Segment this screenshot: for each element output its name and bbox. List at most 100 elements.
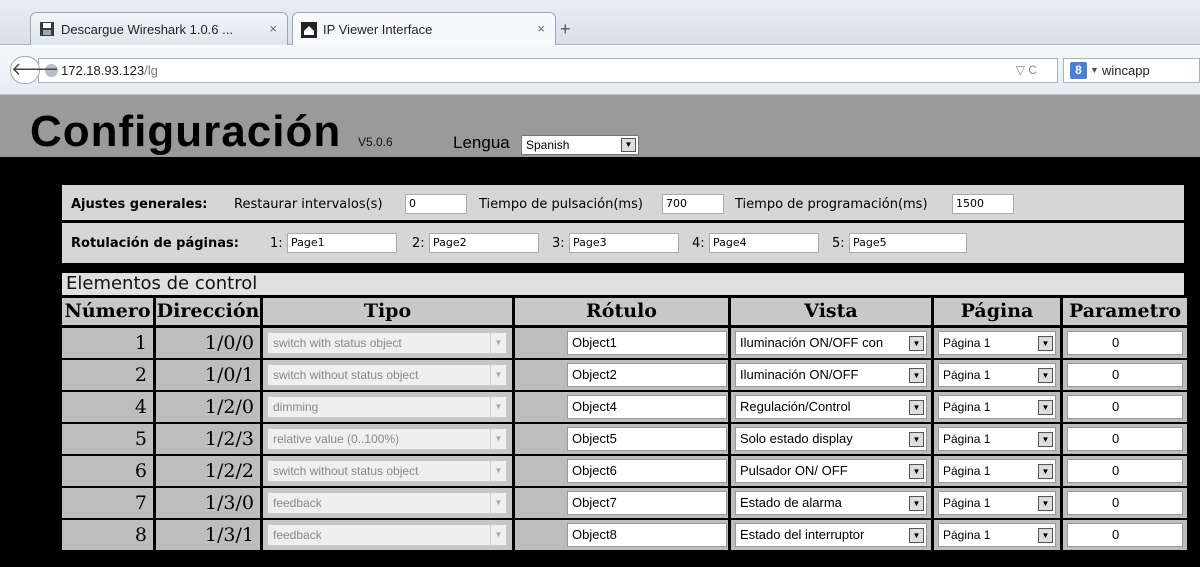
vista-select[interactable]: Solo estado display ▼: [735, 427, 927, 451]
vista-select[interactable]: Estado del interruptor ▼: [735, 523, 927, 547]
vista-value: Estado del interruptor: [740, 527, 865, 542]
rotulo-input[interactable]: Object7: [567, 491, 727, 515]
chevron-down-icon[interactable]: ▼: [909, 528, 924, 543]
cell-direccion: 1/2/0: [156, 392, 260, 422]
cell-tipo: relative value (0..100%) ▼: [263, 424, 512, 454]
chevron-down-icon[interactable]: ▼: [909, 432, 924, 447]
pagina-select[interactable]: Página 1 ▼: [938, 395, 1056, 419]
pagina-select[interactable]: Página 1 ▼: [938, 491, 1056, 515]
chevron-down-icon[interactable]: ▼: [1038, 368, 1053, 383]
vista-select[interactable]: Iluminación ON/OFF con ▼: [735, 331, 927, 355]
rotulo-input[interactable]: Object4: [567, 395, 727, 419]
cell-parametro: 0: [1063, 328, 1187, 358]
cell-pagina: Página 1 ▼: [934, 456, 1060, 486]
page-label-input-5[interactable]: Page5: [849, 233, 967, 253]
search-box[interactable]: 8 ▼ wincapp: [1063, 58, 1200, 83]
table-row: 8 1/3/1 feedback ▼ Object8 Estado del int…: [62, 520, 1190, 550]
chevron-down-icon[interactable]: ▼: [1038, 464, 1053, 479]
tipo-select[interactable]: feedback ▼: [267, 492, 507, 514]
restore-interval-input[interactable]: 0: [405, 194, 467, 214]
cell-direccion: 1/2/3: [156, 424, 260, 454]
programming-time-label: Tiempo de programación(ms): [735, 197, 928, 212]
page-label-input-3[interactable]: Page3: [569, 233, 679, 253]
tipo-select[interactable]: switch with status object ▼: [267, 332, 507, 354]
pagina-select[interactable]: Página 1 ▼: [938, 523, 1056, 547]
chevron-down-icon[interactable]: ▼: [909, 464, 924, 479]
page-label-input-4[interactable]: Page4: [709, 233, 819, 253]
chevron-down-icon[interactable]: ▼: [1038, 336, 1053, 351]
chevron-down-icon[interactable]: ▼: [909, 336, 924, 351]
browser-tab-wireshark[interactable]: Descargue Wireshark 1.0.6 ... ×: [30, 12, 288, 45]
tab-label: IP Viewer Interface: [323, 22, 433, 37]
parametro-input[interactable]: 0: [1067, 491, 1183, 515]
tipo-select[interactable]: switch without status object ▼: [267, 364, 507, 386]
vista-value: Regulación/Control: [740, 399, 851, 414]
rotulo-input[interactable]: Object1: [567, 331, 727, 355]
header-parametro: Parametro: [1063, 298, 1187, 325]
pagina-value: Página 1: [943, 432, 991, 446]
tipo-select[interactable]: dimming ▼: [267, 396, 507, 418]
parametro-input[interactable]: 0: [1067, 395, 1183, 419]
config-header: Configuración V5.0.6 Lengua Spanish ▼: [0, 95, 1200, 157]
pagina-select[interactable]: Página 1 ▼: [938, 459, 1056, 483]
chevron-down-icon[interactable]: ▼: [1038, 496, 1053, 511]
chevron-down-icon[interactable]: ▼: [621, 138, 636, 152]
rotulo-input[interactable]: Object8: [567, 523, 727, 547]
cell-rotulo: Object1: [515, 328, 728, 358]
rotulo-input[interactable]: Object2: [567, 363, 727, 387]
cell-tipo: feedback ▼: [263, 488, 512, 518]
pagina-value: Página 1: [943, 336, 991, 350]
chevron-down-icon[interactable]: ▼: [1038, 432, 1053, 447]
reload-icon[interactable]: ▽ C: [1016, 59, 1037, 82]
language-select[interactable]: Spanish ▼: [521, 135, 639, 155]
page-num-5: 5:: [832, 236, 845, 251]
cell-vista: Estado de alarma ▼: [731, 488, 931, 518]
parametro-input[interactable]: 0: [1067, 427, 1183, 451]
cell-parametro: 0: [1063, 424, 1187, 454]
pagina-select[interactable]: Página 1 ▼: [938, 427, 1056, 451]
chevron-down-icon[interactable]: ▼: [909, 400, 924, 415]
tipo-select[interactable]: switch without status object ▼: [267, 460, 507, 482]
parametro-input[interactable]: 0: [1067, 523, 1183, 547]
tipo-select[interactable]: feedback ▼: [267, 524, 507, 546]
address-bar[interactable]: 172.18.93.123/lg ▽ C: [38, 58, 1058, 83]
chevron-down-icon[interactable]: ▼: [1090, 59, 1099, 82]
tipo-value: relative value (0..100%): [273, 432, 400, 446]
press-time-input[interactable]: 700: [662, 194, 724, 214]
chevron-down-icon[interactable]: ▼: [1038, 528, 1053, 543]
url-host: 172.18.93.123: [61, 63, 145, 78]
pagina-select[interactable]: Página 1 ▼: [938, 363, 1056, 387]
chevron-down-icon[interactable]: ▼: [909, 368, 924, 383]
parametro-input[interactable]: 0: [1067, 363, 1183, 387]
back-button[interactable]: 🡐: [10, 56, 59, 84]
chevron-down-icon[interactable]: ▼: [1038, 400, 1053, 415]
programming-time-input[interactable]: 1500: [952, 194, 1014, 214]
rotulo-input[interactable]: Object5: [567, 427, 727, 451]
vista-value: Iluminación ON/OFF: [740, 367, 859, 382]
parametro-input[interactable]: 0: [1067, 331, 1183, 355]
vista-select[interactable]: Regulación/Control ▼: [735, 395, 927, 419]
table-row: 1 1/0/0 switch with status object ▼ Objec…: [62, 328, 1190, 358]
home-icon: [301, 21, 317, 38]
language-label: Lengua: [453, 133, 510, 152]
cell-rotulo: Object7: [515, 488, 728, 518]
vista-select[interactable]: Estado de alarma ▼: [735, 491, 927, 515]
new-tab-button[interactable]: +: [560, 19, 571, 40]
rotulo-input[interactable]: Object6: [567, 459, 727, 483]
tipo-select[interactable]: relative value (0..100%) ▼: [267, 428, 507, 450]
browser-tab-ip-viewer[interactable]: IP Viewer Interface ×: [292, 12, 556, 46]
cell-parametro: 0: [1063, 392, 1187, 422]
cell-rotulo: Object5: [515, 424, 728, 454]
page-label-input-2[interactable]: Page2: [429, 233, 539, 253]
page-label-input-1[interactable]: Page1: [287, 233, 397, 253]
cell-rotulo: Object4: [515, 392, 728, 422]
pagina-select[interactable]: Página 1 ▼: [938, 331, 1056, 355]
close-tab-icon[interactable]: ×: [269, 21, 277, 36]
cell-direccion: 1/3/0: [156, 488, 260, 518]
chevron-down-icon[interactable]: ▼: [909, 496, 924, 511]
vista-select[interactable]: Iluminación ON/OFF ▼: [735, 363, 927, 387]
general-settings-label: Ajustes generales:: [71, 197, 208, 212]
vista-select[interactable]: Pulsador ON/ OFF ▼: [735, 459, 927, 483]
close-tab-icon[interactable]: ×: [537, 21, 545, 36]
parametro-input[interactable]: 0: [1067, 459, 1183, 483]
